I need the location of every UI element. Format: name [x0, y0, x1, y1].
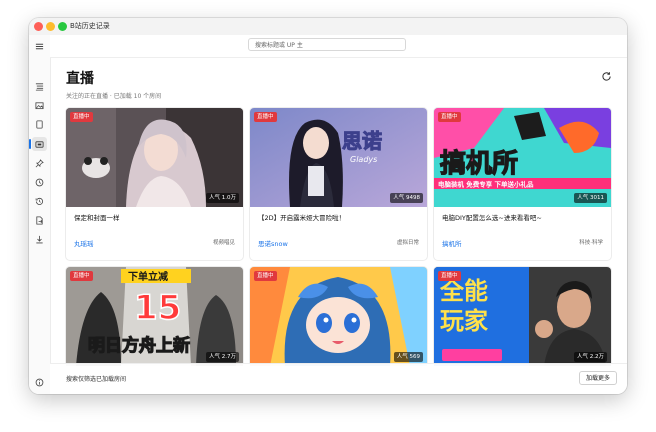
- close-window-button[interactable]: [34, 22, 43, 31]
- image-icon[interactable]: [32, 98, 47, 112]
- footer-note: 搜索仅筛选已加载房间: [66, 376, 127, 383]
- active-indicator: [29, 139, 31, 149]
- live-room-card[interactable]: 直播中 人气 1.0万 保定和封面一样 丸瑶瑶 视频唱见: [66, 108, 243, 260]
- card-art-text: 玩家: [440, 307, 488, 335]
- refresh-icon: [601, 71, 611, 81]
- popularity-count: 人气 2.2万: [574, 352, 607, 362]
- room-thumbnail[interactable]: 直播中 人气 1.0万: [66, 108, 243, 207]
- room-category: 科技·科学: [579, 240, 603, 246]
- zoom-window-button[interactable]: [58, 22, 67, 31]
- live-room-card[interactable]: 思诺 Gladys 直播中 人气 9498 【2D】开启露米娅大冒险啦！ 思诺s…: [250, 108, 427, 260]
- live-badge: 直播中: [254, 271, 277, 281]
- top-bar: 搜索标题或 UP 主: [50, 35, 627, 58]
- room-thumbnail[interactable]: 直播中 人气 569: [250, 267, 427, 366]
- sidebar: [29, 35, 51, 394]
- popularity-count: 人气 3011: [574, 193, 607, 203]
- pin-icon[interactable]: [32, 156, 47, 170]
- window-title: B站历史记录: [70, 22, 110, 30]
- card-art-text: 明日方舟上新: [88, 335, 190, 356]
- room-thumbnail[interactable]: 下单立减 15 明日方舟上新 直播中 人气 2.7万: [66, 267, 243, 366]
- room-title: 保定和封面一样: [74, 214, 120, 222]
- page-title: 直播: [66, 71, 94, 87]
- export-icon[interactable]: [32, 213, 47, 227]
- host-name-link[interactable]: 丸瑶瑶: [74, 238, 94, 248]
- live-badge: 直播中: [70, 112, 93, 122]
- popularity-count: 人气 2.7万: [206, 352, 239, 362]
- room-title: 电脑DIY配置怎么选~进来看看吧~: [442, 214, 542, 222]
- minimize-window-button[interactable]: [46, 22, 55, 31]
- popularity-count: 人气 569: [393, 352, 423, 362]
- room-thumbnail[interactable]: 搞机所 电脑装机 免费专享 下单送小礼品 直播中 人气 3011: [434, 108, 611, 207]
- clock-icon[interactable]: [32, 175, 47, 189]
- load-more-button[interactable]: 加载更多: [578, 371, 617, 385]
- room-category: 视频唱见: [212, 240, 235, 246]
- live-icon[interactable]: [32, 137, 47, 151]
- card-art-text: Gladys: [350, 155, 377, 164]
- tablet-icon[interactable]: [32, 117, 47, 131]
- card-art-text: 搞机所: [440, 148, 518, 179]
- card-art-text: 下单立减: [128, 270, 168, 283]
- room-thumbnail[interactable]: 思诺 Gladys 直播中 人气 9498: [250, 108, 427, 207]
- list-icon[interactable]: [32, 79, 47, 93]
- live-page: 直播 关注的正在直播 · 已加载 10 个房间 直播中 人气 1.0万 保定和封…: [50, 58, 627, 394]
- live-badge: 直播中: [438, 271, 461, 281]
- live-badge: 直播中: [254, 112, 277, 122]
- page-subtitle: 关注的正在直播 · 已加载 10 个房间: [66, 93, 162, 100]
- title-bar: B站历史记录: [29, 18, 627, 36]
- room-category: 虚拟日常: [396, 240, 419, 246]
- room-title: 【2D】开启露米娅大冒险啦！: [258, 214, 346, 222]
- app-window: B站历史记录 搜索标题或 UP 主 直播 关注的正在直播 · 已加载 10 个房…: [29, 18, 627, 394]
- menu-icon[interactable]: [32, 39, 47, 53]
- card-art-text: 电脑装机 免费专享 下单送小礼品: [438, 180, 534, 189]
- info-icon[interactable]: [32, 375, 47, 389]
- card-art-text: 全能: [439, 277, 488, 305]
- search-input[interactable]: 搜索标题或 UP 主: [248, 38, 406, 51]
- room-thumbnail[interactable]: 全能 玩家 直播中 人气 2.2万: [434, 267, 611, 366]
- footer-bar: 搜索仅筛选已加载房间 加载更多: [50, 363, 627, 394]
- host-name-link[interactable]: 思诺snow: [258, 238, 288, 248]
- download-icon[interactable]: [32, 232, 47, 246]
- live-room-card[interactable]: 搞机所 电脑装机 免费专享 下单送小礼品 直播中 人气 3011 电脑DIY配置…: [434, 108, 611, 260]
- refresh-button[interactable]: [599, 69, 613, 83]
- live-badge: 直播中: [438, 112, 461, 122]
- card-art-text: 思诺: [342, 129, 382, 153]
- live-badge: 直播中: [70, 271, 93, 281]
- popularity-count: 人气 9498: [390, 193, 423, 203]
- history-icon[interactable]: [32, 194, 47, 208]
- host-name-link[interactable]: 搞机所: [442, 238, 462, 248]
- popularity-count: 人气 1.0万: [206, 193, 239, 203]
- card-art-text: 15: [134, 288, 181, 328]
